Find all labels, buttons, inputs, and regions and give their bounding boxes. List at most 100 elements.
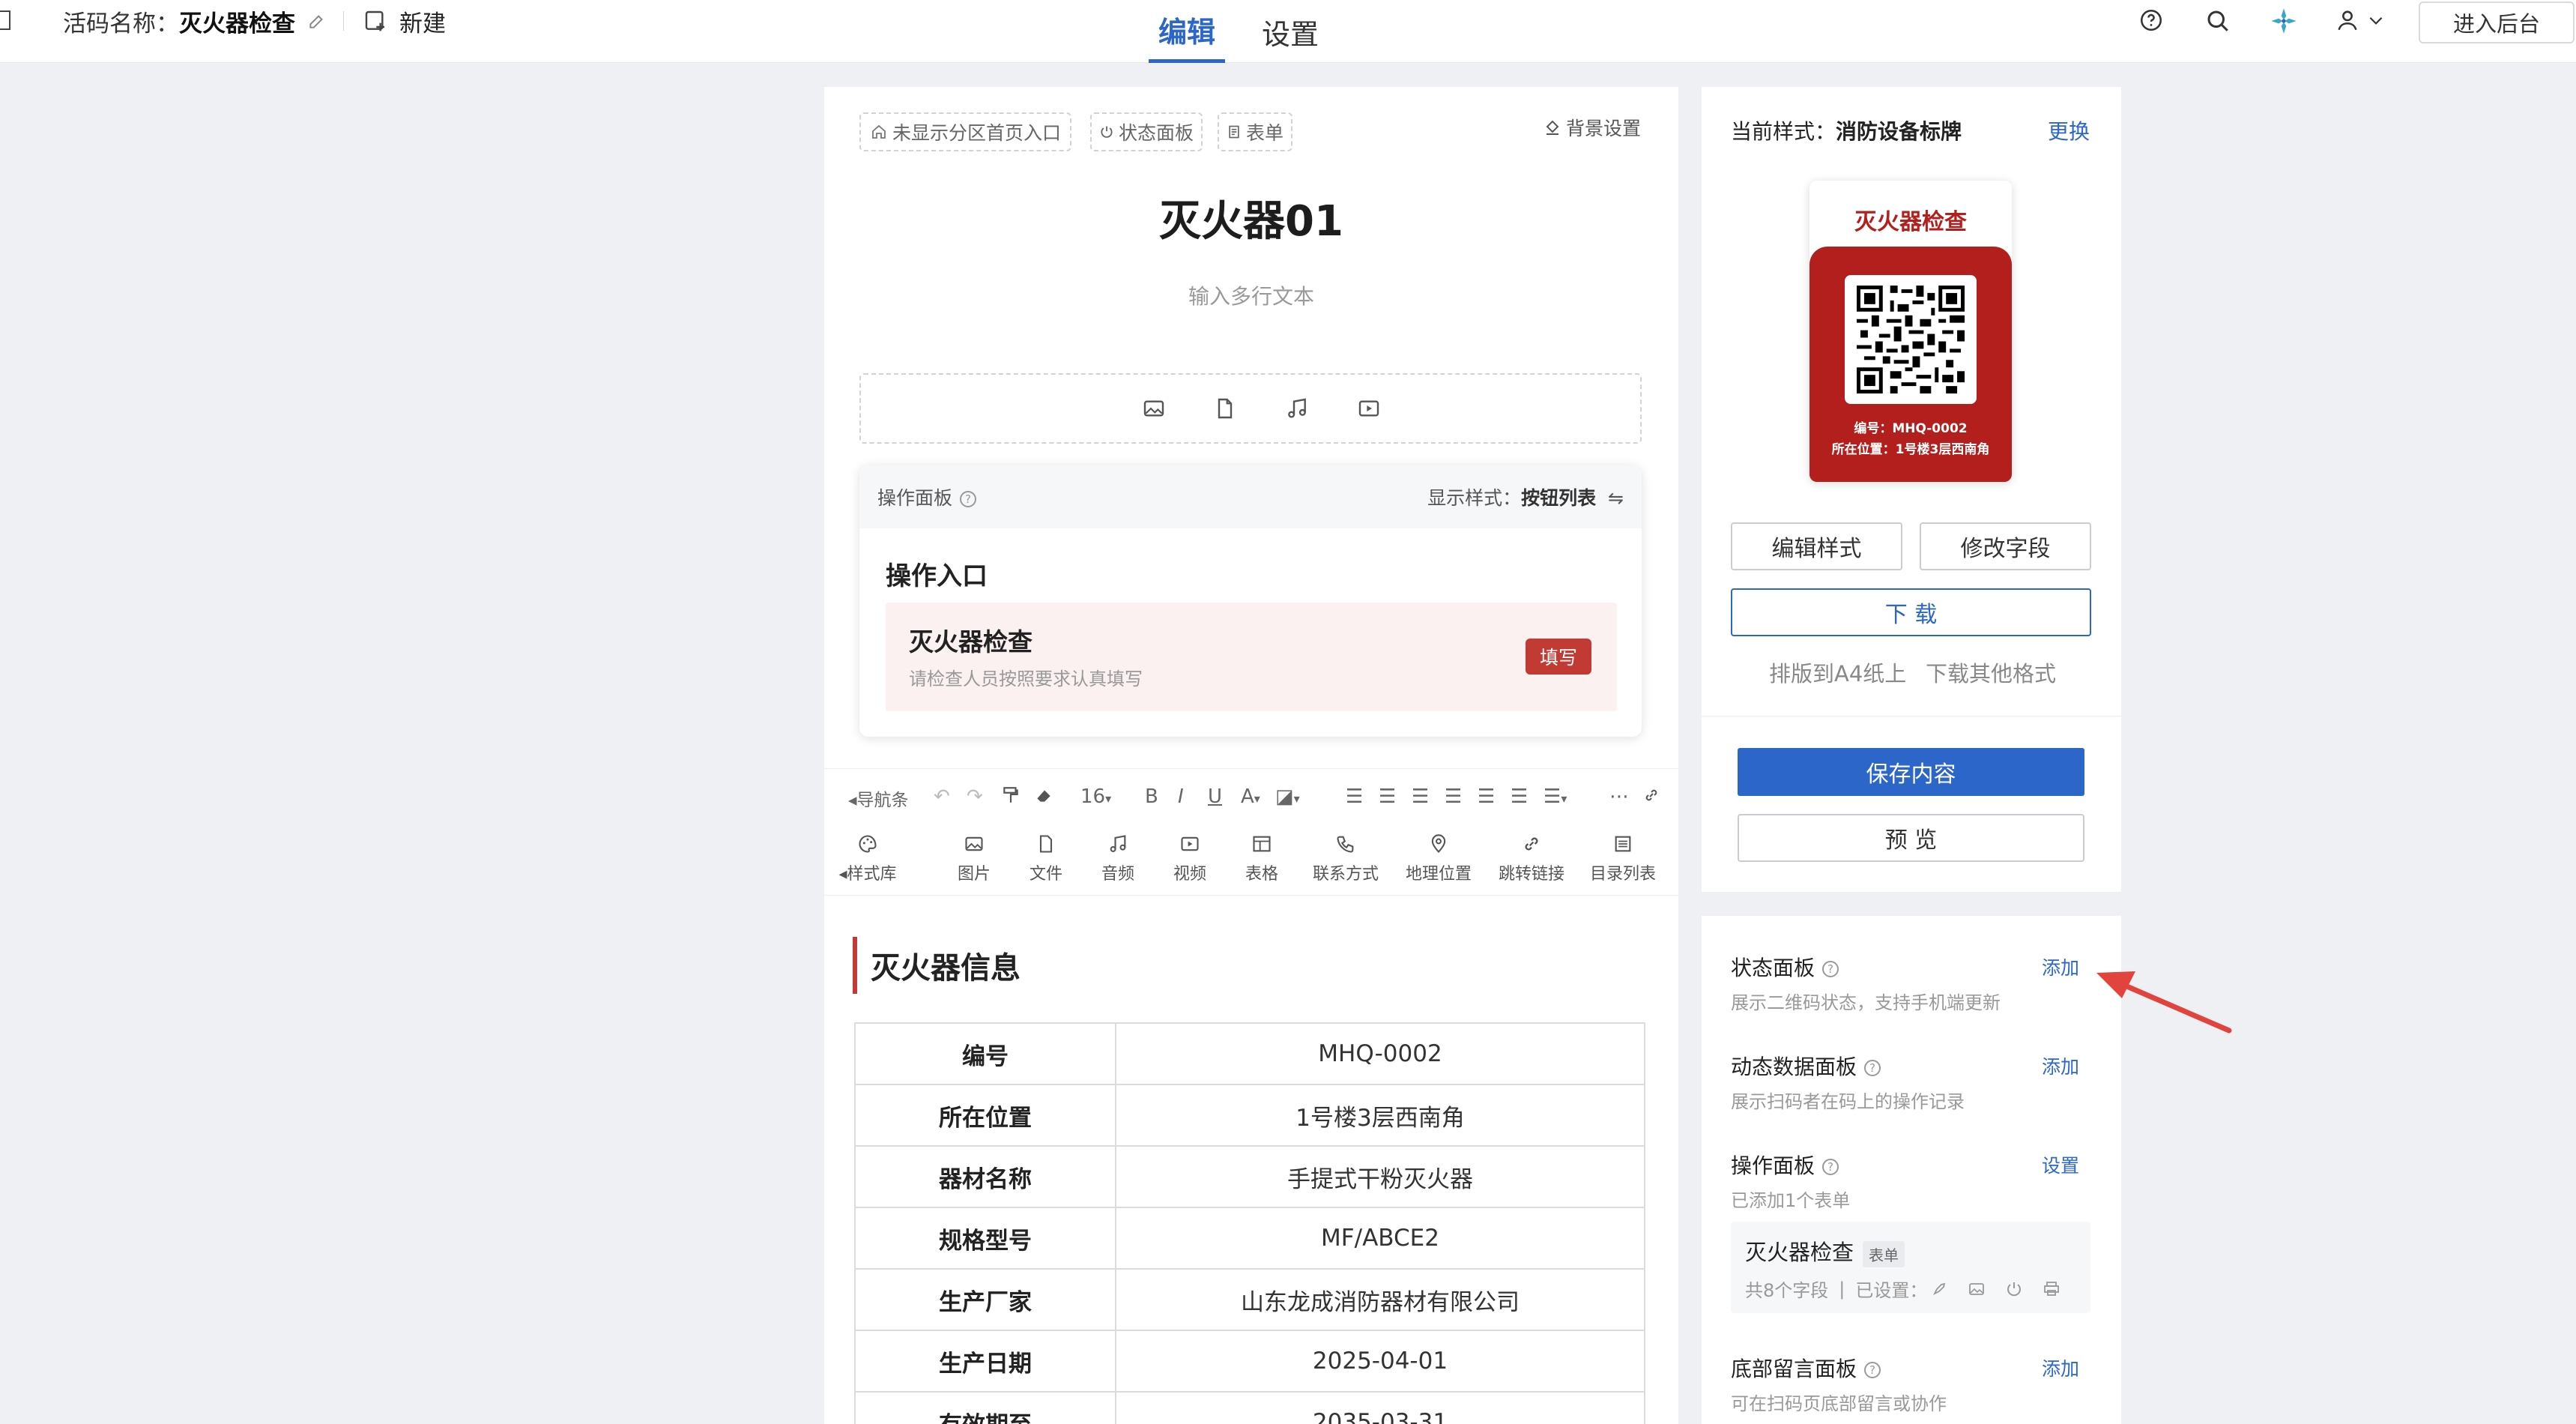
style-library-button[interactable]: ◂样式库: [838, 830, 898, 884]
chip-form[interactable]: 表单: [1218, 112, 1293, 151]
help-icon[interactable]: [2138, 7, 2164, 33]
insert-table-button[interactable]: 表格: [1238, 830, 1286, 884]
insert-audio-button[interactable]: 音频: [1094, 830, 1142, 884]
unordered-list-icon[interactable]: ☰: [1379, 785, 1396, 808]
equipment-info-table[interactable]: 编号 MHQ-0002 所在位置 1号楼3层西南角 器材名称 手提式干粉灭火器 规格型…: [854, 1022, 1645, 1424]
table-key[interactable]: 编号: [854, 1022, 1116, 1085]
font-size-select[interactable]: 16▾: [1080, 785, 1111, 808]
operation-panel-settings-link[interactable]: 设置: [2042, 1151, 2079, 1178]
new-icon[interactable]: [363, 9, 387, 33]
display-style-selector[interactable]: 显示样式：按钮列表 ⇋: [1427, 483, 1624, 510]
image-icon[interactable]: [1142, 396, 1166, 420]
new-button[interactable]: 新建: [399, 4, 446, 38]
user-menu-icon[interactable]: [2335, 7, 2386, 33]
highlight-icon[interactable]: ◪▾: [1275, 785, 1300, 808]
operation-entry-item[interactable]: 灭火器检查 请检查人员按照要求认真填写 填写: [886, 603, 1617, 711]
dynamic-data-panel-desc: 展示扫码者在码上的操作记录: [1731, 1091, 1965, 1112]
background-settings-button[interactable]: 背景设置: [1544, 114, 1641, 141]
file-icon[interactable]: [1213, 396, 1237, 420]
underline-icon[interactable]: U: [1208, 785, 1222, 808]
table-value[interactable]: MHQ-0002: [1115, 1022, 1645, 1085]
app-logo-icon[interactable]: [2269, 6, 2299, 36]
nav-bar-button[interactable]: ◂导航条: [848, 785, 909, 811]
table-key[interactable]: 器材名称: [854, 1145, 1116, 1208]
bold-icon[interactable]: B: [1145, 785, 1158, 808]
video-icon[interactable]: [1357, 396, 1381, 420]
qr-label-title: 灭火器检查: [1854, 209, 1967, 235]
tab-settings[interactable]: 设置: [1262, 0, 1322, 63]
print-icon[interactable]: [2043, 1280, 2061, 1298]
table-value[interactable]: 2025-04-01: [1115, 1330, 1645, 1393]
font-color-icon[interactable]: A▾: [1241, 785, 1260, 808]
edit-fields-button[interactable]: 修改字段: [1920, 522, 2091, 570]
table-value[interactable]: MF/ABCE2: [1115, 1207, 1645, 1270]
table-value[interactable]: 2035-03-31: [1115, 1391, 1645, 1424]
table-key[interactable]: 有效期至: [854, 1391, 1116, 1424]
align-right-icon[interactable]: ☰: [1478, 785, 1495, 808]
operation-panel[interactable]: 操作面板? 显示样式：按钮列表 ⇋ 操作入口 灭火器检查 请检查人员按照要求认真…: [859, 465, 1642, 737]
chip-status-panel[interactable]: 状态面板: [1090, 112, 1203, 151]
audio-icon[interactable]: [1285, 396, 1309, 420]
insert-image-button[interactable]: 图片: [950, 830, 998, 884]
help-icon[interactable]: ?: [1822, 961, 1839, 977]
table-key[interactable]: 生产日期: [854, 1330, 1116, 1393]
insert-location-button[interactable]: 地理位置: [1400, 830, 1478, 884]
power-icon[interactable]: [2005, 1280, 2023, 1298]
table-value[interactable]: 手提式干粉灭火器: [1115, 1145, 1645, 1208]
help-icon[interactable]: ?: [1864, 1060, 1881, 1076]
preview-button[interactable]: 预 览: [1738, 814, 2084, 862]
table-key[interactable]: 生产厂家: [854, 1268, 1116, 1331]
edit-name-icon[interactable]: [307, 11, 327, 31]
table-value[interactable]: 山东龙成消防器材有限公司: [1115, 1268, 1645, 1331]
table-key[interactable]: 规格型号: [854, 1207, 1116, 1270]
chip-section-entry[interactable]: 未显示分区首页入口: [859, 112, 1072, 151]
eraser-icon[interactable]: [1034, 785, 1053, 805]
rocket-icon[interactable]: [1930, 1280, 1948, 1298]
dynamic-data-panel-add-link[interactable]: 添加: [2042, 1052, 2079, 1079]
insert-toolbar-row: ◂样式库 图片 文件 音频 视频 表格 联系方式 地理位置 跳转链接 目录列表: [824, 830, 1678, 890]
code-name-label: 活码名称：: [63, 10, 179, 37]
multiline-text-placeholder[interactable]: 输入多行文本: [824, 280, 1678, 310]
back-icon[interactable]: [0, 10, 10, 30]
undo-icon[interactable]: ↶: [934, 785, 950, 808]
enter-backend-button[interactable]: 进入后台: [2419, 1, 2575, 43]
section-title[interactable]: 灭火器信息: [853, 937, 1021, 994]
insert-jump-link-button[interactable]: 跳转链接: [1493, 830, 1570, 884]
align-left-icon[interactable]: ☰: [1412, 785, 1429, 808]
fill-button[interactable]: 填写: [1526, 639, 1591, 675]
table-icon: [1253, 836, 1271, 852]
bottom-comment-panel-add-link[interactable]: 添加: [2042, 1354, 2079, 1381]
layout-a4-link[interactable]: 排版到A4纸上: [1769, 657, 1906, 688]
insert-file-button[interactable]: 文件: [1022, 830, 1070, 884]
status-panel-add-link[interactable]: 添加: [2042, 953, 2079, 980]
help-icon[interactable]: ?: [1864, 1362, 1881, 1378]
download-other-link[interactable]: 下载其他格式: [1926, 657, 2056, 688]
media-drop-area[interactable]: [859, 373, 1642, 444]
redo-icon[interactable]: ↷: [967, 785, 983, 808]
ordered-list-icon[interactable]: ☰: [1346, 785, 1363, 808]
divider-icon[interactable]: ⋯: [1609, 785, 1629, 808]
form-item[interactable]: 灭火器检查 表单 共8个字段 | 已设置：: [1731, 1222, 2090, 1313]
search-icon[interactable]: [2204, 7, 2231, 34]
edit-style-button[interactable]: 编辑样式: [1731, 522, 1902, 570]
table-value[interactable]: 1号楼3层西南角: [1115, 1084, 1645, 1147]
tab-edit[interactable]: 编辑: [1149, 0, 1225, 63]
table-key[interactable]: 所在位置: [854, 1084, 1116, 1147]
page-title[interactable]: 灭火器01: [824, 187, 1678, 248]
insert-toc-button[interactable]: 目录列表: [1584, 830, 1662, 884]
code-name[interactable]: 灭火器检查: [179, 4, 295, 38]
insert-video-button[interactable]: 视频: [1166, 830, 1214, 884]
help-icon[interactable]: ?: [1822, 1159, 1839, 1175]
link-icon[interactable]: [1642, 785, 1660, 805]
change-style-link[interactable]: 更换: [2048, 115, 2090, 145]
insert-contact-button[interactable]: 联系方式: [1307, 830, 1385, 884]
download-button[interactable]: 下 载: [1731, 588, 2091, 636]
align-center-icon[interactable]: ☰: [1445, 785, 1462, 808]
image-icon[interactable]: [1968, 1280, 1986, 1298]
help-icon[interactable]: ?: [960, 491, 977, 507]
italic-icon[interactable]: I: [1178, 785, 1184, 808]
line-height-icon[interactable]: ☰▾: [1544, 785, 1567, 808]
save-button[interactable]: 保存内容: [1738, 748, 2084, 796]
format-painter-icon[interactable]: [1001, 785, 1021, 805]
align-justify-icon[interactable]: ☰: [1511, 785, 1528, 808]
